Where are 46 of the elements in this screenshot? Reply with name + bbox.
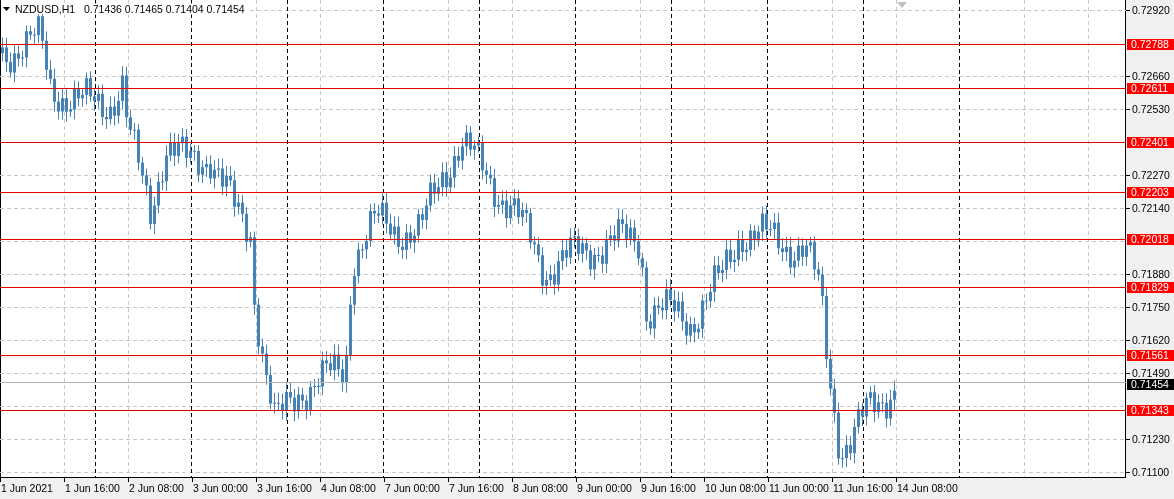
- level-price-tag: 0.72401: [1127, 136, 1174, 148]
- time-axis-label: 3 Jun 00:00: [193, 482, 248, 494]
- level-price-tag: 0.72788: [1127, 38, 1174, 50]
- price-axis-label: 0.72660: [1132, 69, 1170, 82]
- time-axis-label: 9 Jun 00:00: [577, 482, 632, 494]
- time-axis-label: 14 Jun 08:00: [897, 482, 958, 494]
- price-axis-label: 0.72140: [1132, 201, 1170, 214]
- price-axis-label: 0.71620: [1132, 333, 1170, 346]
- time-axis-label: 7 Jun 00:00: [385, 482, 440, 494]
- time-axis-label: 3 Jun 16:00: [257, 482, 312, 494]
- chart-symbol-label: NZDUSD,H1: [15, 3, 76, 15]
- time-axis-label: 7 Jun 16:00: [449, 482, 504, 494]
- level-price-tag: 0.71829: [1127, 281, 1174, 293]
- bid-price-tag: 0.71454: [1127, 378, 1174, 390]
- time-axis-label: 9 Jun 16:00: [641, 482, 696, 494]
- time-axis-label: 2 Jun 08:00: [129, 482, 184, 494]
- level-price-tag: 0.71343: [1127, 404, 1174, 416]
- price-axis-label: 0.72920: [1132, 3, 1170, 16]
- price-axis-label: 0.71230: [1132, 432, 1170, 445]
- time-axis-label: 4 Jun 08:00: [321, 482, 376, 494]
- dropdown-triangle-icon[interactable]: [3, 7, 10, 11]
- time-axis-label: 10 Jun 08:00: [705, 482, 766, 494]
- price-axis-label: 0.71750: [1132, 300, 1170, 313]
- price-axis-label: 0.71880: [1132, 267, 1170, 280]
- time-axis-label: 1 Jun 2021: [1, 482, 53, 494]
- horizontal-level-line[interactable]: [0, 44, 1127, 45]
- price-axis-label: 0.71100: [1132, 465, 1170, 478]
- price-axis-label: 0.71490: [1132, 366, 1170, 379]
- ohlc-quotes-text: 0.71436 0.71465 0.71404 0.71454: [84, 3, 245, 15]
- horizontal-level-line[interactable]: [0, 88, 1127, 89]
- level-price-tag: 0.71561: [1127, 349, 1174, 361]
- time-axis-label: 11 Jun 00:00: [769, 482, 829, 494]
- horizontal-level-line[interactable]: [0, 355, 1127, 356]
- level-price-tag: 0.72018: [1127, 233, 1174, 245]
- horizontal-level-line[interactable]: [0, 142, 1127, 143]
- horizontal-level-line[interactable]: [0, 410, 1127, 411]
- level-price-tag: 0.72611: [1127, 82, 1174, 94]
- horizontal-level-line[interactable]: [0, 287, 1127, 288]
- time-axis-label: 11 Jun 16:00: [833, 482, 893, 494]
- price-axis-label: 0.72270: [1132, 168, 1170, 181]
- horizontal-level-line[interactable]: [0, 192, 1127, 193]
- time-axis-label: 8 Jun 08:00: [513, 482, 568, 494]
- time-axis-label: 1 Jun 16:00: [65, 482, 120, 494]
- level-price-tag: 0.72203: [1127, 186, 1174, 198]
- chart-shift-marker-icon[interactable]: [897, 2, 907, 8]
- price-axis-label: 0.72530: [1132, 102, 1170, 115]
